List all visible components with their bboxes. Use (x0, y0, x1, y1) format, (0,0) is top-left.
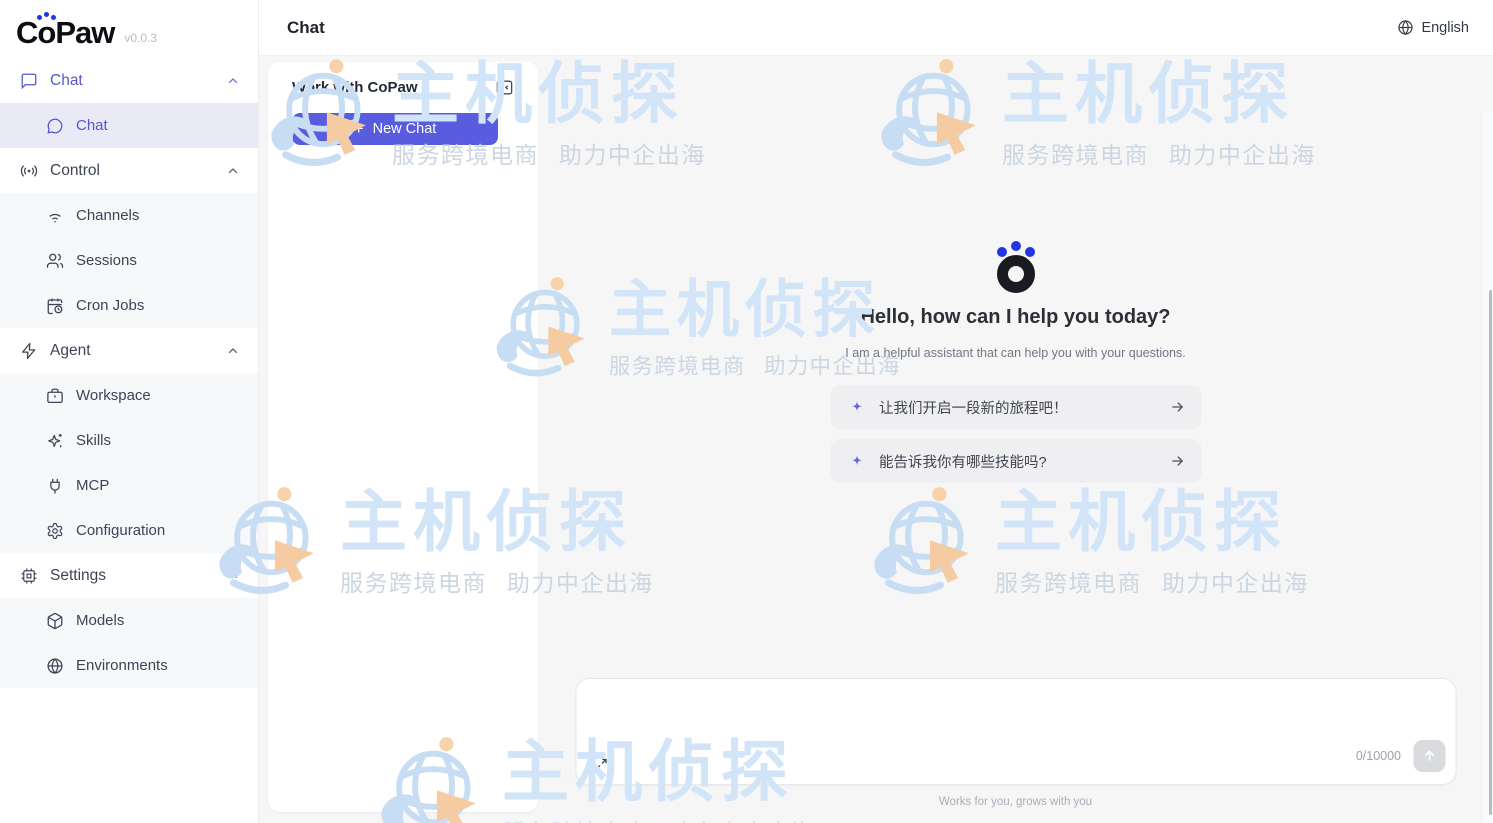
new-chat-label: New Chat (373, 121, 437, 137)
chevron-up-icon (226, 569, 240, 583)
sidebar-group-agent[interactable]: Agent (0, 328, 258, 373)
content-area: Work with CoPaw + New Chat Hello, how ca… (259, 56, 1493, 823)
footer-tagline: Works for you, grows with you (939, 796, 1092, 808)
sidebar-item-skills[interactable]: Skills (0, 418, 258, 463)
sidebar-item-label: Channels (76, 207, 139, 224)
sidebar-item-label: Workspace (76, 387, 151, 404)
sidebar-item-label: Configuration (76, 522, 165, 539)
app-window: CoPaw v0.0.3 Chat Chat Control Channels Sess… (0, 0, 1493, 823)
sidebar-group-label: Settings (50, 567, 226, 585)
wifi-icon (46, 207, 64, 225)
sparkle-icon (849, 454, 864, 469)
chat-main: Hello, how can I help you today? I am a … (538, 56, 1493, 823)
sidebar-item-label: Skills (76, 432, 111, 449)
sidebar-sublist-control: Channels Sessions Cron Jobs (0, 193, 258, 328)
sidebar-item-label: Cron Jobs (76, 297, 144, 314)
zap-icon (20, 342, 38, 360)
sidebar-item-label: Sessions (76, 252, 137, 269)
paw-dot-icon (1025, 247, 1035, 257)
sidebar-group-label: Control (50, 162, 226, 180)
suggestion-list: 让我们开启一段新的旅程吧！ 能告诉我你有哪些技能吗? (830, 385, 1201, 483)
sidebar-item-label: Environments (76, 657, 168, 674)
sidebar-item-workspace[interactable]: Workspace (0, 373, 258, 418)
sidebar: CoPaw v0.0.3 Chat Chat Control Channels Sess… (0, 0, 259, 823)
globe-icon (1397, 19, 1414, 36)
sidebar-item-environments[interactable]: Environments (0, 643, 258, 688)
suggestion-text: 让我们开启一段新的旅程吧！ (879, 397, 1154, 418)
box-icon (46, 612, 64, 630)
sidebar-item-label: MCP (76, 477, 109, 494)
sidebar-group-settings[interactable]: Settings (0, 553, 258, 598)
suggestion-card-2[interactable]: 能告诉我你有哪些技能吗? (830, 439, 1201, 483)
message-input-card: 0/10000 (575, 678, 1456, 785)
page-title: Chat (287, 18, 325, 38)
expand-icon[interactable] (593, 757, 608, 772)
plus-icon: + (354, 120, 364, 137)
gear-icon (46, 522, 64, 540)
sidebar-sublist-chat: Chat (0, 103, 258, 148)
greeting-heading: Hello, how can I help you today? (860, 306, 1170, 329)
sidebar-item-chat[interactable]: Chat (0, 103, 258, 148)
chat-square-icon (20, 72, 38, 90)
app-version: v0.0.3 (124, 31, 157, 48)
message-input[interactable] (592, 689, 1315, 749)
briefcase-icon (46, 387, 64, 405)
chevron-up-icon (226, 344, 240, 358)
globe-icon (46, 657, 64, 675)
calendar-clock-icon (46, 297, 64, 315)
sidebar-item-mcp[interactable]: MCP (0, 463, 258, 508)
paw-ring-icon (997, 255, 1035, 293)
chat-round-icon (46, 117, 64, 135)
paw-dot-icon (997, 247, 1007, 257)
new-chat-button[interactable]: + New Chat (292, 113, 498, 145)
chat-list-panel: Work with CoPaw + New Chat (268, 62, 538, 812)
sidebar-group-label: Chat (50, 72, 226, 90)
panel-left-close-icon[interactable] (495, 78, 514, 97)
app-logo: CoPaw v0.0.3 (0, 0, 258, 58)
main-region: Chat English Work with CoPaw + New Chat (259, 0, 1493, 823)
paw-dot-icon (37, 15, 42, 20)
suggestion-text: 能告诉我你有哪些技能吗? (879, 451, 1154, 472)
sidebar-item-label: Models (76, 612, 124, 629)
char-counter: 0/10000 (1356, 749, 1401, 763)
sidebar-item-cron-jobs[interactable]: Cron Jobs (0, 283, 258, 328)
arrow-right-icon (1169, 453, 1185, 469)
paw-dot-icon (1011, 241, 1021, 251)
sidebar-item-sessions[interactable]: Sessions (0, 238, 258, 283)
sidebar-nav: Chat Chat Control Channels Sessions Cron Jobs… (0, 58, 258, 688)
sidebar-group-control[interactable]: Control (0, 148, 258, 193)
chip-icon (20, 567, 38, 585)
greeting-subtitle: I am a helpful assistant that can help y… (845, 346, 1185, 360)
sidebar-item-channels[interactable]: Channels (0, 193, 258, 238)
users-icon (46, 252, 64, 270)
paw-dot-icon (51, 15, 56, 20)
sidebar-sublist-settings: Models Environments (0, 598, 258, 688)
chevron-up-icon (226, 164, 240, 178)
sidebar-group-chat[interactable]: Chat (0, 58, 258, 103)
scrollbar-thumb[interactable] (1489, 290, 1492, 815)
sparkles-icon (46, 432, 64, 450)
arrow-right-icon (1169, 399, 1185, 415)
scrollbar-track[interactable] (1481, 112, 1493, 823)
language-selector[interactable]: English (1397, 19, 1469, 36)
assistant-paw-logo (997, 241, 1035, 293)
plug-icon (46, 477, 64, 495)
app-logo-text: CoPaw (16, 17, 114, 48)
top-header: Chat English (259, 0, 1493, 56)
sidebar-item-configuration[interactable]: Configuration (0, 508, 258, 553)
send-button[interactable] (1413, 740, 1445, 772)
sidebar-item-label: Chat (76, 117, 108, 134)
sparkle-icon (849, 400, 864, 415)
arrow-up-icon (1421, 748, 1437, 764)
panel-title: Work with CoPaw (292, 79, 418, 96)
language-label: English (1421, 20, 1469, 36)
sidebar-item-models[interactable]: Models (0, 598, 258, 643)
sidebar-group-label: Agent (50, 342, 226, 360)
suggestion-card-1[interactable]: 让我们开启一段新的旅程吧！ (830, 385, 1201, 429)
sidebar-sublist-agent: Workspace Skills MCP Configuration (0, 373, 258, 553)
broadcast-icon (20, 162, 38, 180)
paw-dot-icon (44, 12, 49, 17)
chevron-up-icon (226, 74, 240, 88)
